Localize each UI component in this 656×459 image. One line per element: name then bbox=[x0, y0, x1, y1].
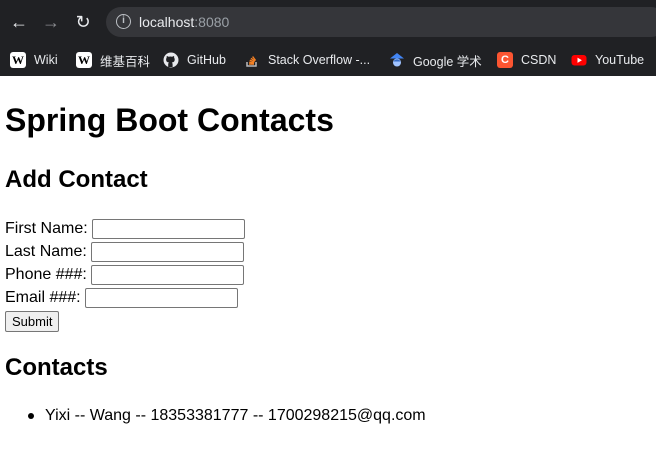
phone-input[interactable] bbox=[90, 265, 244, 285]
bookmark-label: 维基百科 bbox=[100, 54, 151, 69]
stackoverflow-icon bbox=[244, 52, 260, 68]
url-text[interactable]: localhost:8080 bbox=[139, 13, 229, 31]
contacts-heading: Contacts bbox=[5, 354, 108, 381]
browser-chrome: ← → ↻ i localhost:8080 W Wiki W 维基百科 Git… bbox=[0, 0, 656, 76]
info-icon[interactable]: i bbox=[116, 14, 131, 29]
bookmark-wiki[interactable]: W Wiki bbox=[10, 50, 58, 70]
bookmarks-bar: W Wiki W 维基百科 GitHub Stack Overflow -...… bbox=[0, 44, 656, 76]
google-scholar-icon bbox=[389, 52, 405, 68]
bookmark-label: Wiki bbox=[34, 53, 58, 67]
browser-toolbar: ← → ↻ i localhost:8080 bbox=[0, 0, 656, 44]
page-content: Spring Boot Contacts Add Contact First N… bbox=[0, 76, 656, 459]
github-icon bbox=[163, 52, 179, 68]
bookmark-youtube[interactable]: YouTube bbox=[571, 50, 644, 70]
back-arrow-icon[interactable]: ← bbox=[8, 11, 30, 33]
youtube-icon bbox=[571, 52, 587, 68]
email-label: Email ###: bbox=[5, 289, 81, 306]
bookmark-label: GitHub bbox=[187, 53, 226, 67]
wikipedia-icon: W bbox=[10, 52, 26, 68]
bookmark-label: Google 学术 bbox=[413, 54, 482, 69]
wikipedia-icon: W bbox=[76, 52, 92, 68]
reload-icon[interactable]: ↻ bbox=[72, 11, 94, 33]
bookmark-wiki-zh[interactable]: W 维基百科 bbox=[76, 50, 150, 70]
url-host: localhost bbox=[139, 14, 195, 30]
last-name-row: Last Name: bbox=[5, 241, 244, 263]
submit-button[interactable]: Submit bbox=[5, 311, 60, 332]
bookmark-csdn[interactable]: C CSDN bbox=[497, 50, 556, 70]
first-name-row: First Name: bbox=[5, 218, 245, 240]
first-name-input[interactable] bbox=[91, 219, 245, 239]
bookmark-google-scholar[interactable]: Google 学术 bbox=[389, 50, 482, 70]
bookmark-label: YouTube bbox=[595, 53, 645, 67]
csdn-icon: C bbox=[497, 52, 513, 68]
address-bar[interactable]: i localhost:8080 bbox=[106, 7, 656, 37]
email-row: Email ###: bbox=[5, 287, 238, 309]
contacts-list: Yixi -- Wang -- 18353381777 -- 170029821… bbox=[28, 405, 426, 427]
bookmark-github[interactable]: GitHub bbox=[163, 50, 226, 70]
bookmark-label: CSDN bbox=[521, 53, 557, 67]
page-title: Spring Boot Contacts bbox=[5, 102, 334, 138]
last-name-label: Last Name: bbox=[5, 243, 87, 260]
phone-row: Phone ###: bbox=[5, 264, 244, 286]
bookmark-stackoverflow[interactable]: Stack Overflow -... bbox=[244, 50, 370, 70]
bookmark-label: Stack Overflow -... bbox=[268, 53, 371, 67]
first-name-label: First Name: bbox=[5, 220, 88, 237]
forward-arrow-icon[interactable]: → bbox=[40, 11, 62, 33]
email-input[interactable] bbox=[84, 288, 238, 308]
last-name-input[interactable] bbox=[90, 242, 244, 262]
add-contact-heading: Add Contact bbox=[5, 166, 148, 193]
url-port: :8080 bbox=[194, 14, 230, 30]
phone-label: Phone ###: bbox=[5, 266, 87, 283]
list-item: Yixi -- Wang -- 18353381777 -- 170029821… bbox=[28, 405, 426, 427]
